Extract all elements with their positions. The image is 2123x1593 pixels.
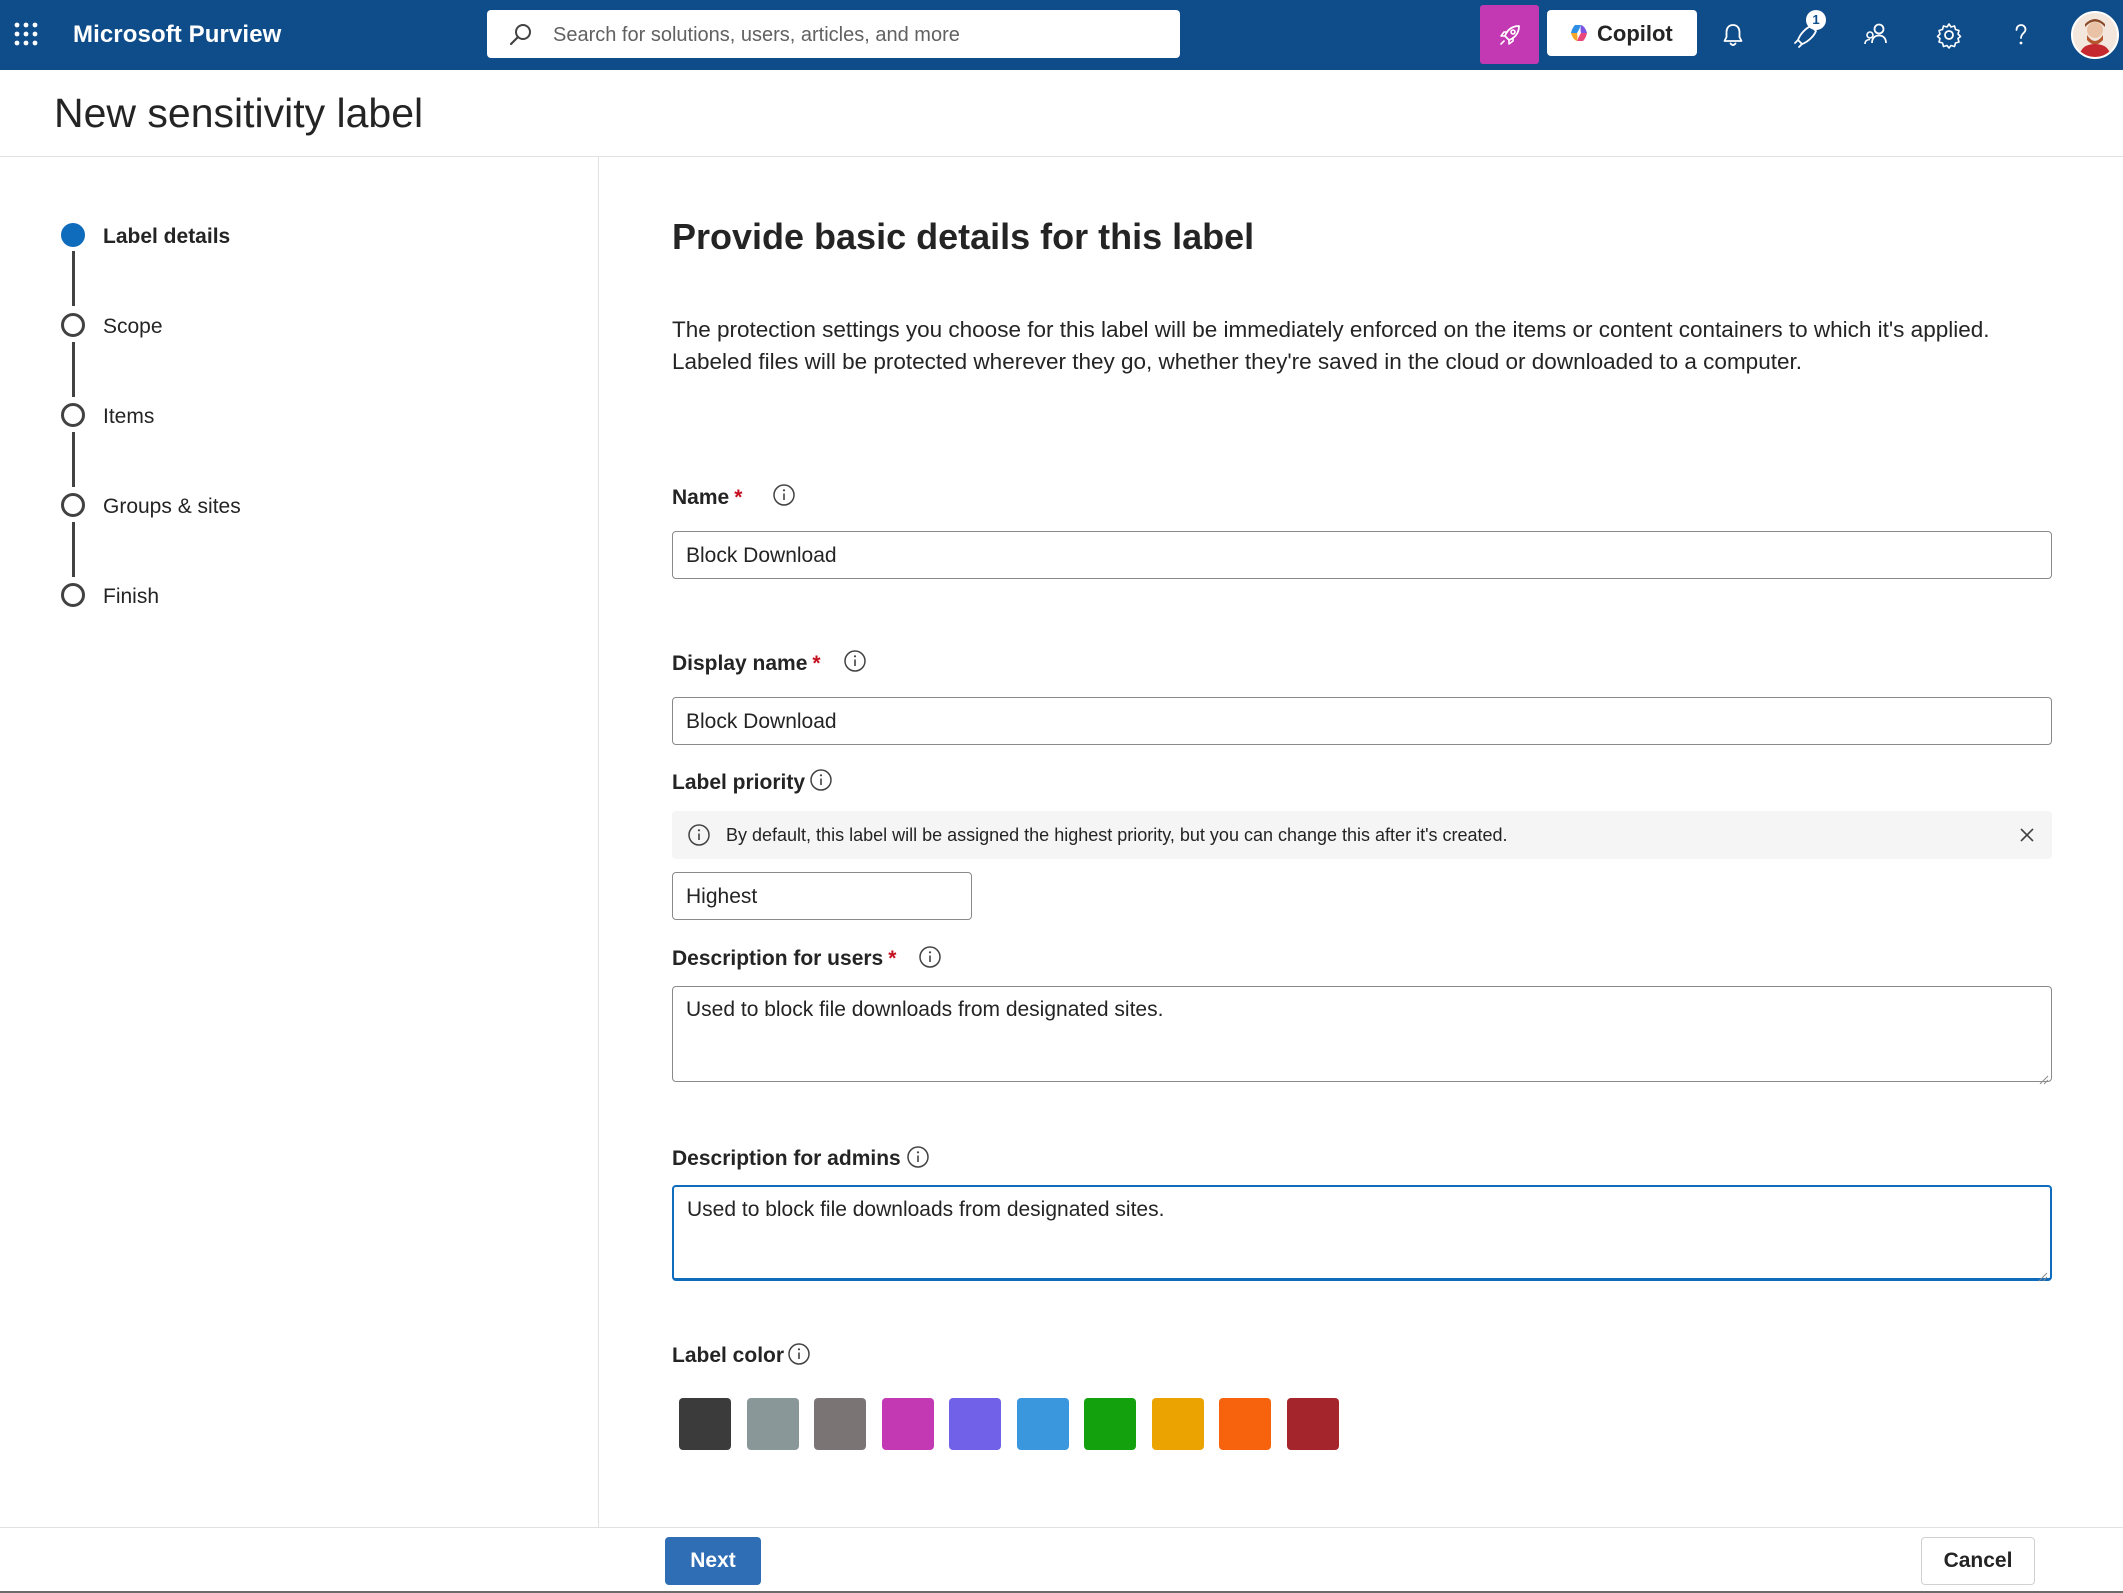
step-indicator: [61, 493, 85, 517]
desc-users-value: Used to block file downloads from design…: [686, 998, 1164, 1021]
step-label: Finish: [103, 585, 160, 608]
bell-icon[interactable]: [1716, 18, 1750, 52]
color-swatch[interactable]: [814, 1398, 866, 1450]
desc-users-label: Description for users *: [672, 947, 896, 971]
info-icon[interactable]: [906, 1145, 930, 1169]
priority-info-text: By default, this label will be assigned …: [726, 825, 1508, 845]
form-intro: The protection settings you choose for t…: [672, 317, 1990, 374]
label-priority-label: Label priority: [672, 771, 805, 795]
resize-grip-icon[interactable]: [2036, 1264, 2048, 1282]
step-label: Label details: [103, 225, 231, 248]
people-connect-icon[interactable]: [1860, 18, 1894, 52]
page-title: New sensitivity label: [54, 90, 424, 136]
desc-admins-label: Description for admins: [672, 1147, 901, 1171]
name-label-text: Name: [672, 486, 730, 509]
copilot-button[interactable]: Copilot: [1547, 10, 1697, 56]
color-swatch[interactable]: [1017, 1398, 1069, 1450]
search-placeholder: Search for solutions, users, articles, a…: [553, 24, 960, 46]
desc-users-label-text: Description for users: [672, 947, 884, 970]
wizard-divider: [598, 157, 599, 1527]
color-swatch[interactable]: [747, 1398, 799, 1450]
color-swatch[interactable]: [882, 1398, 934, 1450]
display-name-label: Display name *: [672, 652, 821, 676]
required-mark: *: [734, 486, 743, 509]
info-icon[interactable]: [772, 483, 796, 507]
search-icon: [509, 22, 533, 46]
required-mark: *: [812, 652, 821, 675]
desc-admins-value: Used to block file downloads from design…: [687, 1198, 1165, 1221]
step-connector: [72, 342, 75, 397]
desc-users-field[interactable]: Used to block file downloads from design…: [672, 986, 2052, 1085]
desc-admins-field[interactable]: Used to block file downloads from design…: [672, 1185, 2052, 1282]
name-field[interactable]: Block Download: [672, 531, 2052, 579]
display-name-field[interactable]: Block Download: [672, 697, 2052, 745]
app-name[interactable]: Microsoft Purview: [73, 21, 281, 49]
gear-icon[interactable]: [1932, 18, 1966, 52]
info-icon[interactable]: [787, 1342, 811, 1366]
copilot-icon: [1569, 23, 1589, 43]
step-connector: [72, 251, 75, 306]
label-priority-label-text: Label priority: [672, 771, 806, 794]
rocket-button[interactable]: [1480, 5, 1539, 64]
avatar[interactable]: [2071, 11, 2119, 59]
info-icon: [687, 823, 711, 847]
rocket-icon: [1500, 25, 1520, 45]
color-swatch[interactable]: [949, 1398, 1001, 1450]
label-color-label: Label color: [672, 1344, 784, 1368]
step-label: Scope: [103, 315, 163, 338]
info-icon[interactable]: [809, 768, 833, 792]
copilot-label: Copilot: [1597, 21, 1673, 46]
notification-badge: 1: [1806, 10, 1826, 30]
step-connector: [72, 432, 75, 487]
color-swatch[interactable]: [1084, 1398, 1136, 1450]
header-divider: [0, 156, 2123, 157]
label-priority-field[interactable]: Highest: [672, 872, 972, 920]
search-input[interactable]: Search for solutions, users, articles, a…: [487, 10, 1180, 58]
footer-divider: [0, 1527, 2123, 1528]
display-name-label-text: Display name: [672, 652, 808, 675]
step-indicator: [61, 313, 85, 337]
name-label: Name *: [672, 486, 742, 510]
desc-admins-label-text: Description for admins: [672, 1147, 901, 1170]
close-icon[interactable]: [2016, 824, 2038, 846]
color-swatch[interactable]: [1219, 1398, 1271, 1450]
top-bar: Microsoft Purview Search for solutions, …: [0, 0, 2123, 70]
step-connector: [72, 522, 75, 577]
priority-info-bar: By default, this label will be assigned …: [672, 811, 2052, 859]
help-icon[interactable]: [2004, 18, 2038, 52]
resize-grip-icon[interactable]: [2037, 1067, 2049, 1085]
cancel-button[interactable]: Cancel: [1921, 1537, 2035, 1585]
step-indicator-current: [61, 223, 85, 247]
form-heading: Provide basic details for this label: [672, 216, 1255, 257]
color-swatch[interactable]: [1152, 1398, 1204, 1450]
step-indicator: [61, 583, 85, 607]
step-label: Groups & sites: [103, 495, 241, 518]
step-label: Items: [103, 405, 155, 428]
info-icon[interactable]: [843, 649, 867, 673]
color-swatch[interactable]: [679, 1398, 731, 1450]
required-mark: *: [888, 947, 897, 970]
next-button[interactable]: Next: [665, 1537, 761, 1585]
color-swatch[interactable]: [1287, 1398, 1339, 1450]
waffle-icon[interactable]: [13, 21, 39, 47]
info-icon[interactable]: [918, 945, 942, 969]
label-color-label-text: Label color: [672, 1344, 785, 1367]
step-indicator: [61, 403, 85, 427]
